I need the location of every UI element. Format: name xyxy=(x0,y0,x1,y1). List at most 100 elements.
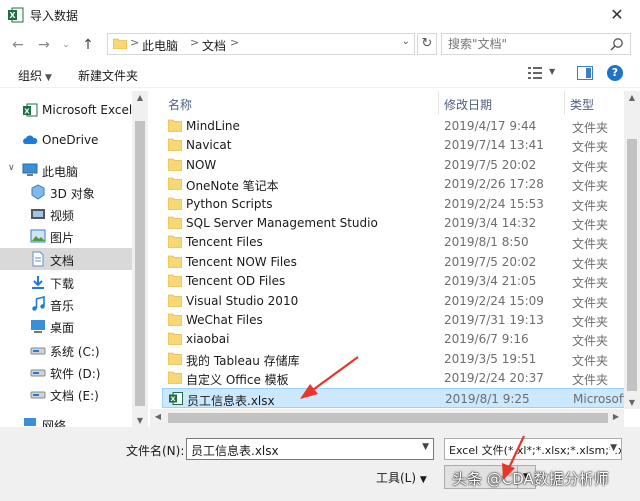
nav-item-label: 音乐 xyxy=(50,299,75,313)
file-row[interactable]: xiaobai 2019/6/7 9:16 文件夹 xyxy=(162,329,624,349)
expand-chevron-icon[interactable]: ∨ xyxy=(8,163,15,173)
breadcrumb-documents[interactable]: 文档 xyxy=(202,37,226,54)
refresh-icon: ↻ xyxy=(421,36,433,51)
nav-item[interactable]: X Microsoft Excel xyxy=(0,99,132,121)
nav-item[interactable]: 音乐 xyxy=(0,293,132,315)
column-header-type[interactable]: 类型 xyxy=(570,91,594,115)
file-row[interactable]: NOW 2019/7/5 20:02 文件夹 xyxy=(162,155,624,175)
nav-item[interactable]: 文档 (E:) xyxy=(0,383,132,405)
navigation-scrollbar[interactable]: ▲ ▼ xyxy=(132,91,148,427)
file-row[interactable]: Visual Studio 2010 2019/2/24 15:09 文件夹 xyxy=(162,291,624,311)
file-row[interactable]: 我的 Tableau 存储库 2019/3/5 19:51 文件夹 xyxy=(162,349,624,369)
file-name: NOW xyxy=(186,157,217,172)
file-row[interactable]: Tencent OD Files 2019/3/4 21:05 文件夹 xyxy=(162,271,624,291)
forward-arrow-icon[interactable]: → xyxy=(36,36,52,54)
nav-item[interactable]: 文档 xyxy=(0,248,132,270)
svg-text:X: X xyxy=(170,395,175,403)
preview-pane-icon[interactable] xyxy=(577,66,593,80)
breadcrumb-this-pc[interactable]: 此电脑 xyxy=(142,37,178,54)
file-date: 2019/3/4 21:05 xyxy=(444,274,537,289)
close-button[interactable]: ✕ xyxy=(594,0,640,30)
file-date: 2019/6/7 9:16 xyxy=(444,332,529,347)
file-list-scrollbar[interactable]: ▲ ▼ xyxy=(624,91,640,409)
column-header-modified[interactable]: 修改日期 xyxy=(444,91,492,115)
view-dropdown-icon[interactable]: ▼ xyxy=(549,67,555,76)
nav-item[interactable]: OneDrive xyxy=(0,129,132,151)
help-icon[interactable]: ? xyxy=(607,65,623,81)
file-row[interactable]: X 员工信息表.xlsx 2019/8/1 9:25 Microsoft xyxy=(162,387,624,408)
tools-button[interactable]: 工具(L) ▼ xyxy=(376,469,427,486)
file-name: OneNote 笔记本 xyxy=(186,179,279,194)
filename-input[interactable]: 员工信息表.xlsx xyxy=(191,442,279,459)
nav-item[interactable]: 此电脑 xyxy=(0,159,132,181)
up-arrow-icon[interactable]: ↑ xyxy=(80,36,96,54)
new-folder-button[interactable]: 新建文件夹 xyxy=(78,67,138,84)
scrollbar-thumb[interactable] xyxy=(168,413,608,423)
organize-button[interactable]: 组织 ▼ xyxy=(18,67,52,84)
scrollbar-thumb[interactable] xyxy=(135,121,145,406)
scroll-left-icon[interactable]: ◀ xyxy=(150,412,166,421)
music-icon xyxy=(32,296,45,311)
file-name: WeChat Files xyxy=(186,313,263,327)
file-row[interactable]: 自定义 Office 模板 2019/2/24 20:37 文件夹 xyxy=(162,368,624,388)
file-name: Tencent OD Files xyxy=(186,274,286,289)
nav-item[interactable]: 软件 (D:) xyxy=(0,361,132,383)
folder-icon xyxy=(168,333,182,346)
file-row[interactable]: Tencent Files 2019/8/1 8:50 文件夹 xyxy=(162,232,624,252)
excel-file-icon: X xyxy=(169,391,183,405)
excel-icon: X xyxy=(23,103,38,117)
file-type-value: Excel 文件(*.xl*;*.xlsx;*.xlsm;*.x xyxy=(449,444,622,457)
file-date: 2019/2/26 17:28 xyxy=(444,177,544,192)
file-type-select[interactable]: Excel 文件(*.xl*;*.xlsx;*.xlsm;*.x ▼ xyxy=(444,438,622,460)
column-header-name[interactable]: 名称 xyxy=(168,91,192,115)
command-bar: 组织 ▼ 新建文件夹 xyxy=(0,62,640,88)
refresh-button[interactable]: ↻ xyxy=(417,33,437,55)
nav-item[interactable]: 系统 (C:) xyxy=(0,339,132,361)
file-row[interactable]: SQL Server Management Studio 2019/3/4 14:… xyxy=(162,213,624,233)
file-date: 2019/8/1 9:25 xyxy=(445,391,530,406)
chevron-down-icon[interactable]: ▼ xyxy=(422,442,429,452)
nav-item[interactable]: 图片 xyxy=(0,225,132,247)
nav-item-label: 3D 对象 xyxy=(50,187,95,201)
nav-item[interactable]: 3D 对象 xyxy=(0,181,132,203)
column-divider[interactable] xyxy=(564,91,565,115)
svg-text:X: X xyxy=(9,11,16,20)
file-row[interactable]: Tencent NOW Files 2019/7/5 20:02 文件夹 xyxy=(162,252,624,272)
scrollbar-thumb[interactable] xyxy=(627,139,637,391)
file-row[interactable]: WeChat Files 2019/7/31 19:13 文件夹 xyxy=(162,310,624,330)
horizontal-scrollbar[interactable]: ◀ ▶ xyxy=(150,409,624,427)
filename-combobox[interactable]: 员工信息表.xlsx ▼ xyxy=(186,438,434,460)
search-input[interactable] xyxy=(448,37,598,51)
scroll-up-icon[interactable]: ▲ xyxy=(132,93,148,102)
scroll-right-icon[interactable]: ▶ xyxy=(608,412,624,421)
nav-item[interactable]: 下载 xyxy=(0,271,132,293)
file-row[interactable]: Navicat 2019/7/14 13:41 文件夹 xyxy=(162,135,624,155)
file-row[interactable]: MindLine 2019/4/17 9:44 文件夹 xyxy=(162,116,624,136)
nav-item-label: 视频 xyxy=(50,209,75,223)
file-type: 文件夹 xyxy=(572,237,609,252)
column-divider[interactable] xyxy=(438,91,439,115)
search-icon xyxy=(610,38,623,51)
file-date: 2019/3/4 14:32 xyxy=(444,216,537,230)
address-dropdown-icon[interactable]: ⌄ xyxy=(402,36,410,47)
scroll-down-icon[interactable]: ▼ xyxy=(624,398,640,407)
file-date: 2019/7/5 20:02 xyxy=(444,254,537,269)
view-options-icon[interactable] xyxy=(528,66,544,80)
folder-icon xyxy=(168,119,182,132)
recent-locations-chevron-icon[interactable]: ⌄ xyxy=(60,36,72,54)
chevron-down-icon[interactable]: ▼ xyxy=(610,443,617,453)
file-row[interactable]: OneNote 笔记本 2019/2/26 17:28 文件夹 xyxy=(162,174,624,194)
file-type: 文件夹 xyxy=(572,121,609,135)
nav-item[interactable]: 桌面 xyxy=(0,315,132,337)
scroll-up-icon[interactable]: ▲ xyxy=(624,93,640,102)
search-box[interactable] xyxy=(441,33,631,55)
back-arrow-icon[interactable]: ← xyxy=(10,36,26,54)
file-type: 文件夹 xyxy=(572,198,609,213)
nav-item[interactable]: 视频 xyxy=(0,203,132,225)
address-bar[interactable]: > 此电脑 > 文档 > ⌄ xyxy=(107,33,415,55)
file-row[interactable]: Python Scripts 2019/2/24 15:53 文件夹 xyxy=(162,194,624,214)
scroll-down-icon[interactable]: ▼ xyxy=(132,416,148,425)
file-name: 我的 Tableau 存储库 xyxy=(186,353,300,368)
excel-icon: X xyxy=(8,7,24,23)
pictures-icon xyxy=(30,229,46,243)
